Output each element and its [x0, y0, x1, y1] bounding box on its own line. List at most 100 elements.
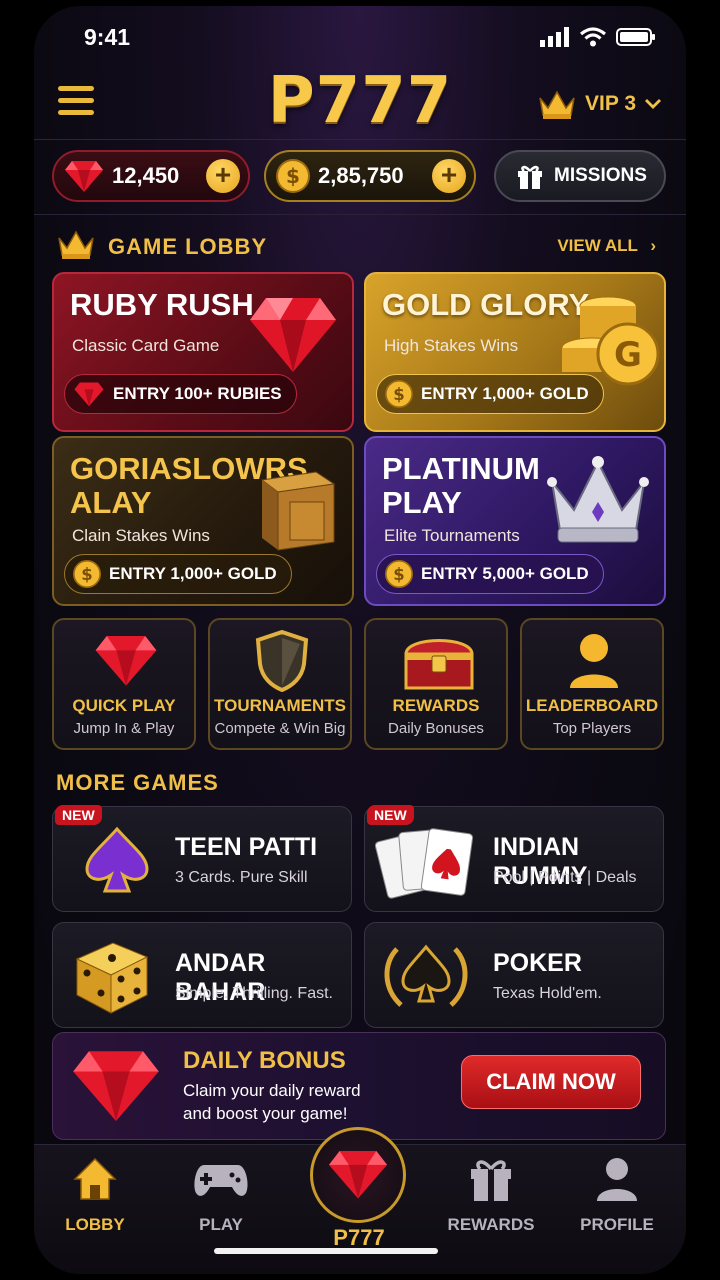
tile-title: REWARDS [392, 696, 480, 715]
ruby-balance: 12,450 + [52, 150, 250, 202]
view-all-link[interactable]: VIEW ALL › [557, 236, 656, 256]
gold-coin-icon: $ [385, 560, 413, 588]
entry-label: ENTRY 1,000+ GOLD [421, 384, 589, 403]
tile-title: QUICK PLAY [72, 696, 176, 715]
nav-label: PLAY [199, 1215, 243, 1234]
treasure-chest-icon [404, 639, 474, 690]
game-subtitle: Texas Hold'em. [493, 985, 602, 1002]
svg-text:$: $ [393, 565, 404, 584]
wifi-icon [580, 27, 606, 47]
game-subtitle: 3 Cards. Pure Skill [175, 869, 308, 886]
more-games-title: MORE GAMES [56, 770, 219, 795]
top-header: P777 VIP 3 [34, 64, 686, 140]
gold-coin-icon: $ [385, 380, 413, 408]
status-bar: 9:41 [34, 6, 686, 66]
shield-icon [255, 630, 309, 692]
chevron-down-icon [645, 99, 661, 109]
entry-label: ENTRY 1,000+ GOLD [109, 564, 277, 583]
entry-label: ENTRY 100+ RUBIES [113, 384, 282, 403]
entry-pill: ENTRY 100+ RUBIES [64, 374, 297, 414]
chevron-right-icon: › [650, 236, 656, 255]
game-subtitle: Simple. Thrilling. Fast. [175, 985, 333, 1002]
card-subtitle: High Stakes Wins [384, 336, 519, 355]
vip-level-selector[interactable]: VIP 3 [537, 88, 662, 120]
game-poker[interactable]: POKER Texas Hold'em. [364, 922, 664, 1028]
bottom-nav: LOBBY PLAY P777 REWARDS PROFILE [34, 1127, 686, 1274]
status-time: 9:41 [84, 24, 131, 50]
playing-cards-icon [375, 828, 474, 899]
silver-crown-icon [547, 456, 649, 543]
status-icons [540, 27, 656, 47]
ruby-gem-icon [250, 298, 336, 372]
game-indian-rummy[interactable]: NEW INDIAN RUMMY Pool | Points | Deals [364, 805, 664, 912]
tile-tournaments[interactable]: TOURNAMENTS Compete & Win Big [208, 618, 352, 750]
game-lobby-title: GAME LOBBY [108, 234, 268, 259]
daily-bonus-text: Claim your daily reward and boost your g… [183, 1081, 361, 1123]
crown-icon [58, 230, 94, 259]
svg-text:$: $ [393, 385, 404, 404]
daily-bonus-banner: DAILY BONUS Claim your daily reward and … [52, 1032, 666, 1140]
svg-text:G: G [614, 335, 642, 375]
missions-button[interactable]: MISSIONS [494, 150, 666, 202]
nav-label: LOBBY [65, 1215, 125, 1234]
tile-title: LEADERBOARD [525, 696, 659, 715]
game-card-ruby-rush[interactable]: RUBY RUSH Classic Card Game ENTRY 100+ R… [52, 272, 354, 432]
crown-icon [539, 90, 575, 119]
nav-rewards[interactable]: REWARDS [436, 1155, 546, 1234]
game-teen-patti[interactable]: NEW TEEN PATTI 3 Cards. Pure Skill [52, 805, 352, 912]
card-subtitle: Clain Stakes Wins [72, 526, 210, 545]
game-card-treasure[interactable]: GORIASLOWRS ALAY Clain Stakes Wins $ ENT… [52, 436, 354, 606]
gold-coin-icon: $ [276, 159, 310, 193]
tile-subtitle: Top Players [552, 720, 632, 737]
gift-icon [518, 165, 542, 189]
gamepad-icon [194, 1165, 248, 1196]
treasure-box-icon [260, 471, 336, 551]
vip-label: VIP 3 [585, 92, 636, 115]
card-title-line2: PLAY [382, 485, 462, 520]
tile-rewards[interactable]: REWARDS Daily Bonuses [364, 618, 508, 750]
missions-label: MISSIONS [554, 165, 647, 186]
home-icon [73, 1157, 117, 1200]
game-andar-bahar[interactable]: ANDAR BAHAR Simple. Thrilling. Fast. [52, 922, 352, 1028]
game-title: TEEN PATTI [175, 833, 318, 861]
nav-label: PROFILE [580, 1215, 654, 1234]
tile-subtitle: Daily Bonuses [388, 720, 484, 737]
gold-amount: 2,85,750 [318, 163, 404, 188]
spade-laurel-icon [384, 944, 468, 1007]
user-icon [597, 1158, 637, 1201]
home-indicator[interactable] [214, 1248, 438, 1254]
spade-icon [85, 826, 149, 893]
entry-pill: $ ENTRY 5,000+ GOLD [376, 554, 604, 594]
add-rubies-button[interactable]: + [206, 159, 240, 193]
nav-center-p777[interactable] [310, 1127, 406, 1223]
nav-play[interactable]: PLAY [166, 1155, 276, 1234]
new-badge: NEW [55, 805, 102, 825]
svg-text:$: $ [286, 164, 300, 188]
tile-title: TOURNAMENTS [214, 696, 346, 715]
ruby-icon [74, 382, 104, 407]
gold-balance: $ 2,85,750 + [264, 150, 476, 202]
game-card-platinum-play[interactable]: PLATINUM PLAY Elite Tournaments $ ENTRY … [364, 436, 666, 606]
card-subtitle: Elite Tournaments [384, 526, 520, 545]
user-icon [570, 634, 618, 688]
entry-label: ENTRY 5,000+ GOLD [421, 564, 589, 583]
gold-coin-icon: $ [73, 560, 101, 588]
signal-icon [540, 27, 569, 47]
add-gold-button[interactable]: + [432, 159, 466, 193]
card-title-line1: PLATINUM [382, 451, 540, 486]
tile-quick-play[interactable]: QUICK PLAY Jump In & Play [52, 618, 196, 750]
battery-icon [616, 28, 655, 46]
ruby-icon [65, 161, 103, 192]
game-title: POKER [493, 949, 582, 977]
dice-icon [75, 942, 149, 1014]
nav-profile[interactable]: PROFILE [562, 1155, 672, 1234]
tile-leaderboard[interactable]: LEADERBOARD Top Players [520, 618, 664, 750]
entry-pill: $ ENTRY 1,000+ GOLD [64, 554, 292, 594]
card-title-line2: ALAY [70, 485, 152, 520]
ruby-icon [73, 1051, 159, 1121]
tile-subtitle: Jump In & Play [73, 720, 175, 737]
svg-text:$: $ [81, 565, 92, 584]
claim-now-button[interactable]: CLAIM NOW [461, 1055, 641, 1109]
nav-lobby[interactable]: LOBBY [40, 1155, 150, 1234]
game-card-gold-glory[interactable]: GOLD GLORY High Stakes Wins G $ ENTRY 1,… [364, 272, 666, 432]
